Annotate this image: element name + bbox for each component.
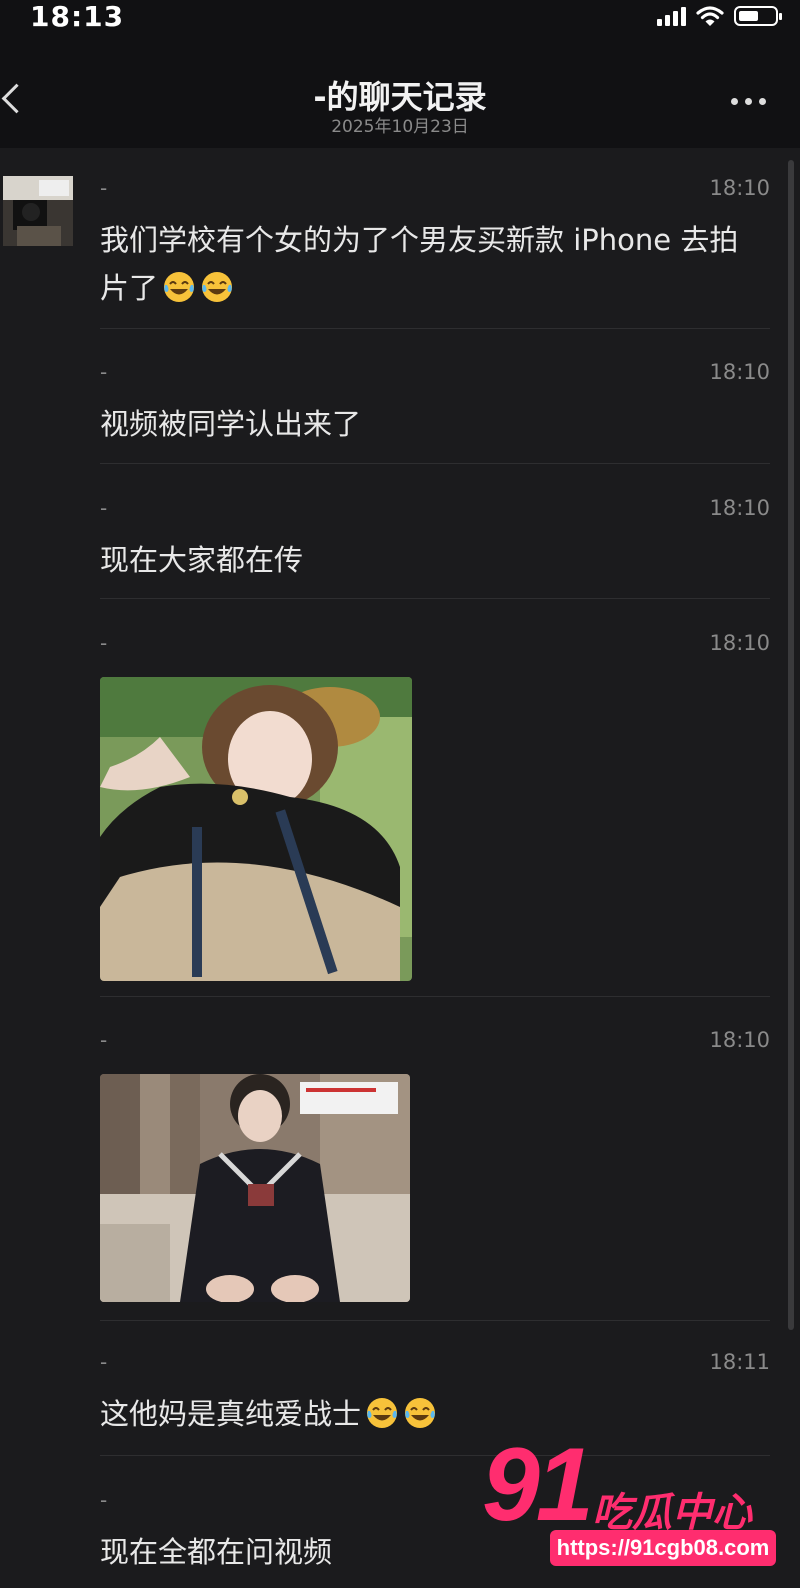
- laughing-tears-emoji-icon: [164, 272, 195, 302]
- sender-name: -: [100, 1350, 108, 1374]
- list-item[interactable]: - 18:10 现在大家都在传: [100, 496, 770, 586]
- list-item[interactable]: - 18:10: [100, 1028, 770, 1302]
- message-image[interactable]: [100, 677, 412, 981]
- divider: [100, 1320, 770, 1321]
- chat-history-list[interactable]: - 18:10 我们学校有个女的为了个男友买新款 iPhone 去拍片了 - 1…: [0, 150, 800, 1588]
- laughing-tears-emoji-icon: [367, 1398, 398, 1428]
- message-time: 18:10: [709, 1028, 770, 1052]
- laughing-tears-emoji-icon: [202, 272, 233, 302]
- sender-name: -: [100, 496, 108, 520]
- divider: [100, 463, 770, 464]
- ellipsis-dot: [759, 98, 766, 105]
- avatar[interactable]: [3, 176, 73, 246]
- watermark-logo: 91 吃瓜中心 https://91cgb08.com: [482, 1427, 782, 1578]
- chat-header: -的聊天记录 2025年10月23日: [0, 40, 800, 148]
- message-text: 现在大家都在传: [100, 543, 304, 577]
- status-icons: [657, 4, 782, 28]
- sender-name: -: [100, 1488, 108, 1512]
- list-item[interactable]: - 18:10 我们学校有个女的为了个男友买新款 iPhone 去拍片了: [100, 176, 770, 326]
- signal-icon: [657, 6, 686, 26]
- page-subtitle: 2025年10月23日: [331, 117, 469, 137]
- scrollbar[interactable]: [788, 160, 794, 1330]
- watermark-number: 91: [482, 1427, 594, 1543]
- list-item[interactable]: - 18:10: [100, 631, 770, 981]
- sender-name: -: [100, 631, 108, 655]
- list-item[interactable]: - 18:11 这他妈是真纯爱战士: [100, 1350, 770, 1450]
- battery-icon: [734, 6, 782, 26]
- message-time: 18:10: [709, 631, 770, 655]
- divider: [100, 598, 770, 599]
- divider: [100, 996, 770, 997]
- message-time: 18:10: [709, 360, 770, 384]
- sender-name: -: [100, 1028, 108, 1052]
- status-bar: 18:13: [0, 0, 800, 40]
- battery-fill: [739, 11, 758, 21]
- message-text-content: 这他妈是真纯爱战士: [100, 1397, 362, 1431]
- message-text: 我们学校有个女的为了个男友买新款 iPhone 去拍片了: [100, 216, 760, 312]
- sender-name: -: [100, 360, 108, 384]
- laughing-tears-emoji-icon: [405, 1398, 436, 1428]
- ellipsis-dot: [745, 98, 752, 105]
- sender-name: -: [100, 176, 108, 200]
- message-image[interactable]: [100, 1074, 410, 1302]
- divider: [100, 328, 770, 329]
- message-time: 18:11: [709, 1350, 770, 1374]
- message-time: 18:10: [709, 496, 770, 520]
- message-time: 18:10: [709, 176, 770, 200]
- wifi-icon: [696, 6, 724, 26]
- message-text: 视频被同学认出来了: [100, 407, 362, 441]
- status-time: 18:13: [30, 0, 125, 33]
- list-item[interactable]: - 18:10 视频被同学认出来了: [100, 360, 770, 450]
- watermark-url: https://91cgb08.com: [550, 1530, 776, 1566]
- message-text: 这他妈是真纯爱战士: [100, 1390, 760, 1438]
- ellipsis-icon: [731, 98, 738, 105]
- more-button[interactable]: [731, 98, 766, 105]
- battery-cap: [779, 13, 782, 20]
